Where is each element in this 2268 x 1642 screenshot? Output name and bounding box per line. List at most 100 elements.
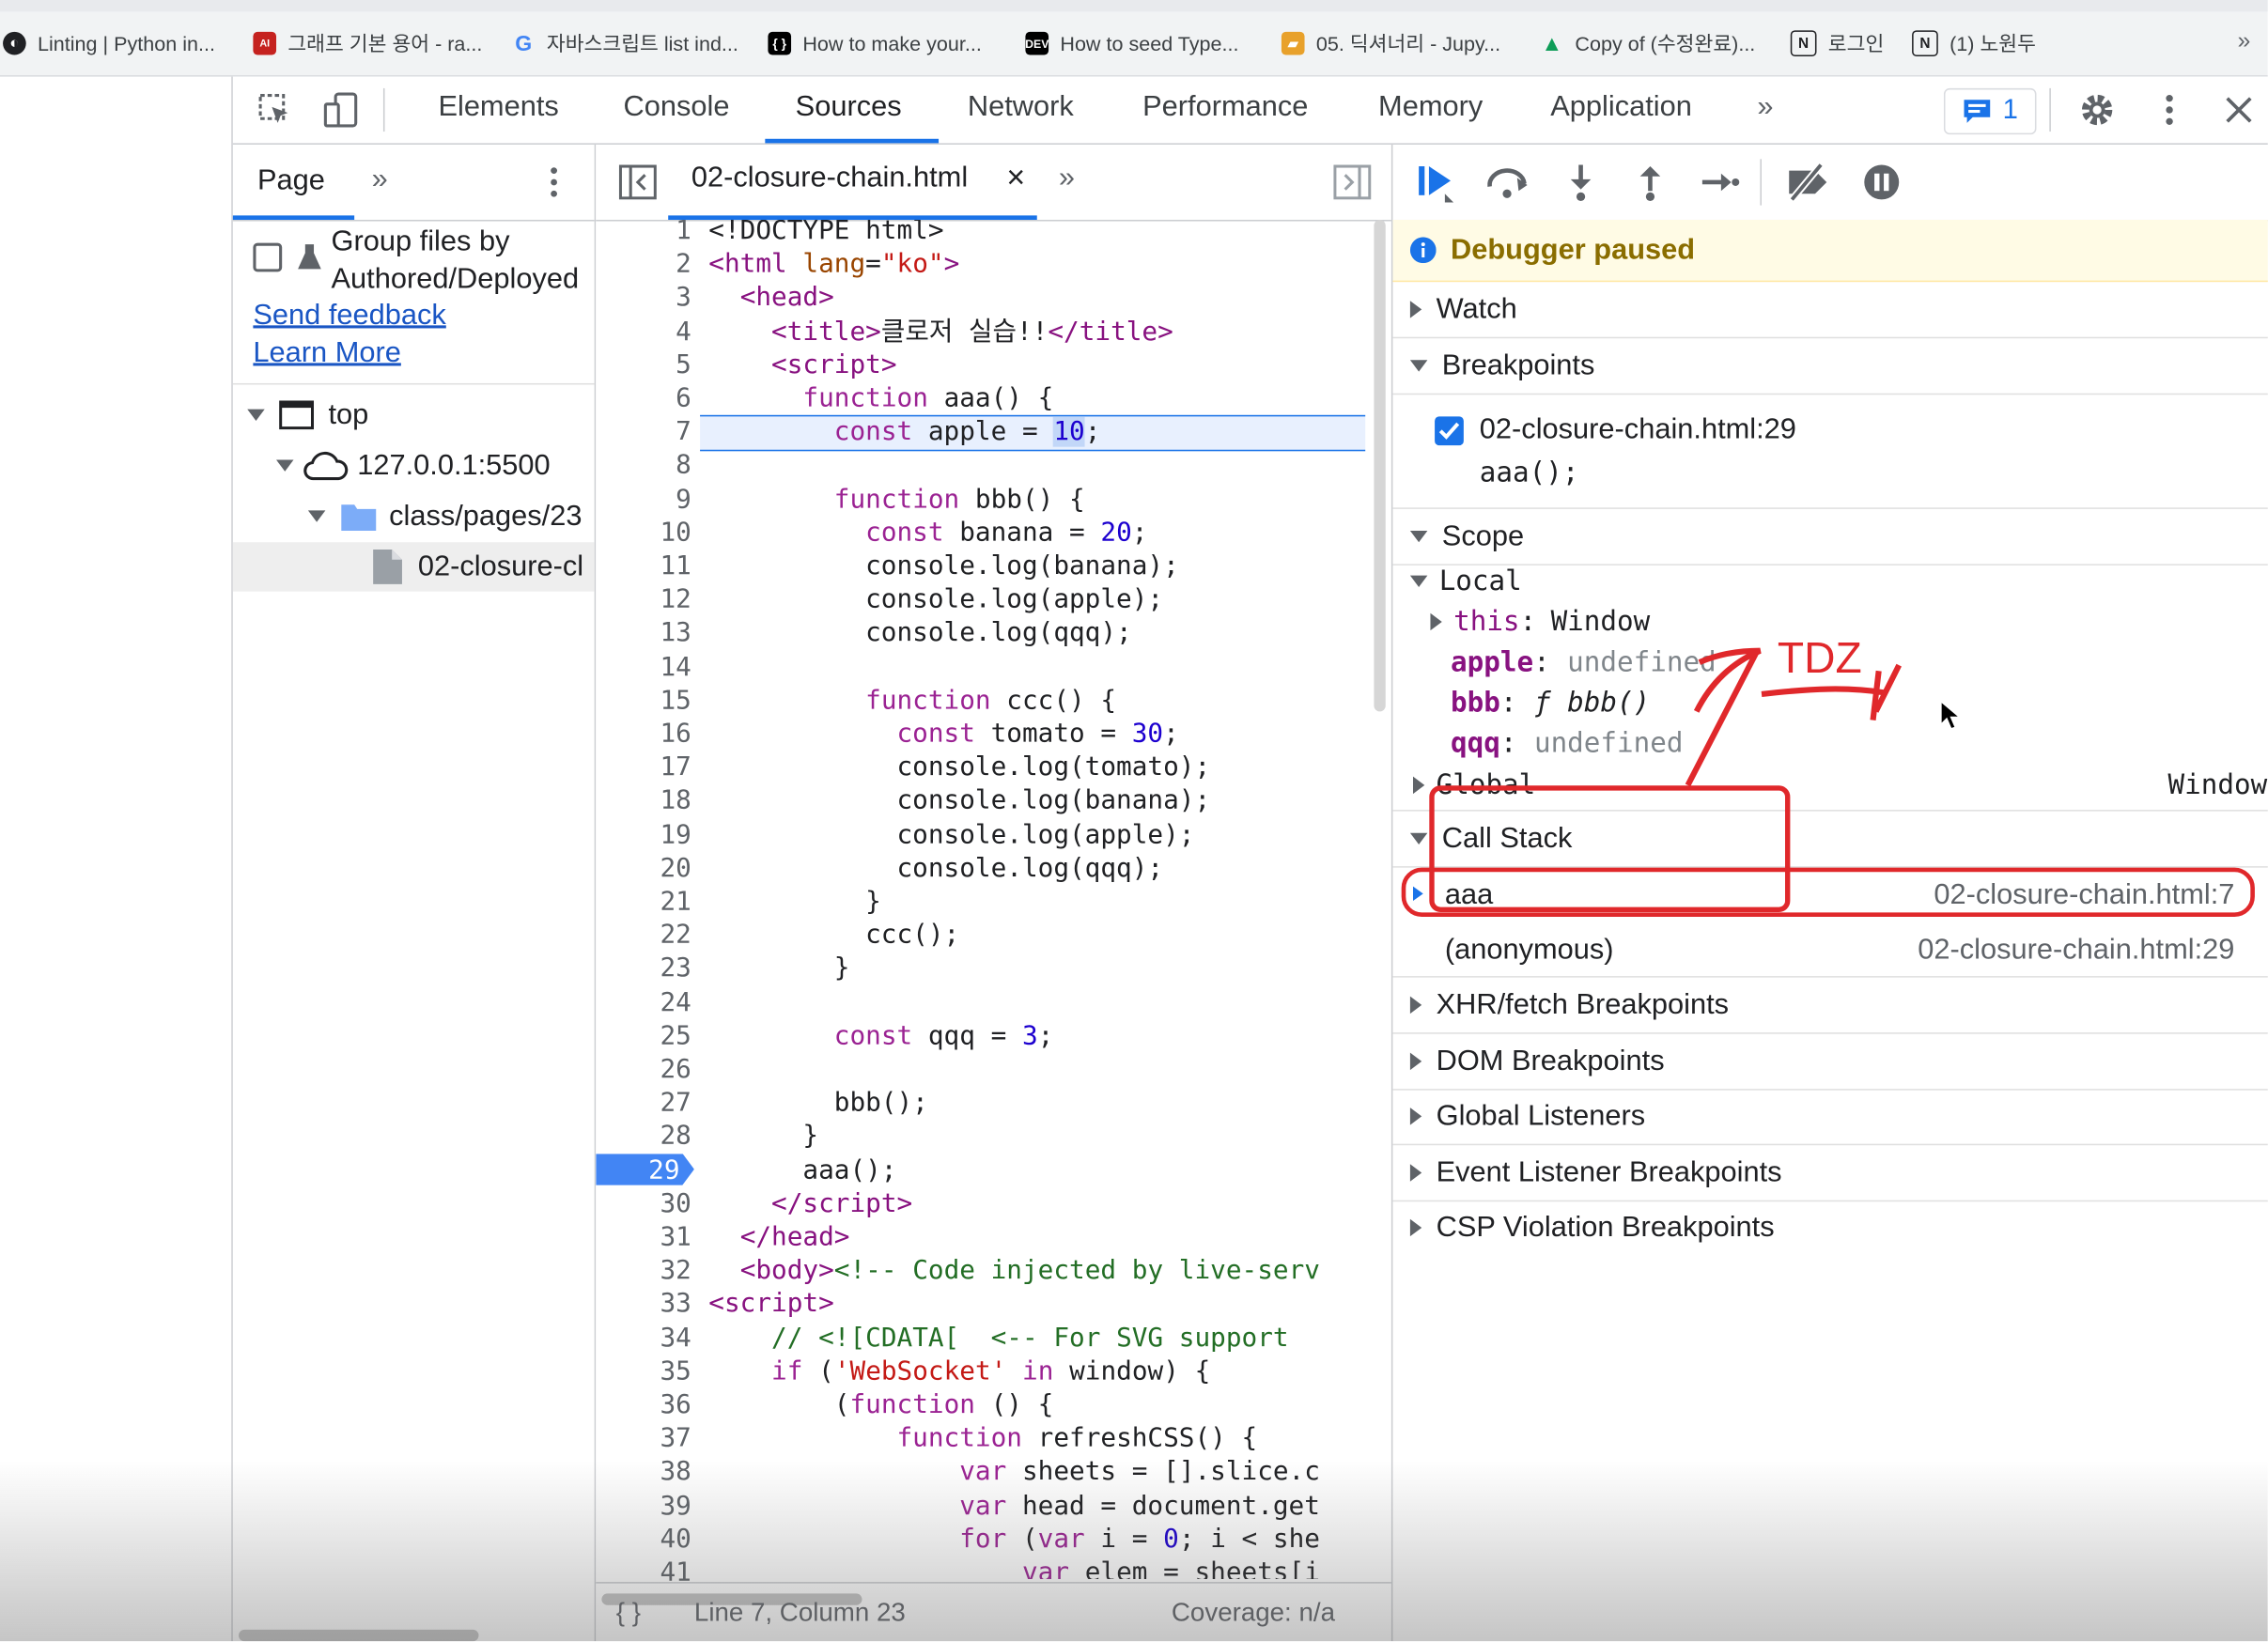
line-number[interactable]: 34 [660,1321,691,1354]
line-number[interactable]: 23 [660,953,691,985]
deactivate-breakpoints-icon[interactable] [1783,162,1835,202]
toggle-navigator-icon[interactable] [618,164,657,200]
tree-item-host[interactable]: 127.0.0.1:5500 [273,441,551,490]
line-number[interactable]: 37 [660,1422,691,1455]
close-tab-button[interactable]: × [1006,159,1025,196]
line-number[interactable]: 21 [660,885,691,918]
tab-performance[interactable]: Performance [1142,91,1308,124]
step-icon[interactable] [1700,164,1740,199]
line-number-gutter[interactable]: 1 2 3 4 5 6 7 8 9 10 11 12 13 14 15 16 17 18 19 20 21 22 23 24 2… [596,215,700,1588]
line-number[interactable]: 7 [676,415,691,448]
line-number[interactable]: 12 [660,583,691,616]
bookmark-item[interactable]: N 로그인 [1790,29,1884,58]
line-number[interactable]: 19 [660,818,691,851]
code-area[interactable]: <!DOCTYPE html> <html lang="ko"> <head> <… [708,220,1374,1579]
breakpoint-checkbox[interactable] [1434,414,1466,446]
line-number[interactable]: 9 [676,483,691,516]
line-number[interactable]: 17 [660,751,691,783]
line-number[interactable]: 22 [660,919,691,952]
line-number[interactable]: 27 [660,1086,691,1119]
step-into-icon[interactable] [1566,162,1595,202]
tree-item-top[interactable]: top [244,391,368,440]
line-number[interactable]: 36 [660,1388,691,1421]
line-number[interactable]: 33 [660,1288,691,1321]
bookmark-item[interactable]: N (1) 노원두 [1912,29,2036,58]
pause-on-exceptions-icon[interactable] [1861,162,1902,202]
line-number[interactable]: 31 [660,1220,691,1253]
settings-gear-icon[interactable] [2078,91,2116,129]
more-options-icon[interactable] [2151,91,2188,129]
section-breakpoints[interactable]: Breakpoints [1392,338,2268,395]
line-number[interactable]: 16 [660,718,691,751]
section-global-listeners[interactable]: Global Listeners [1392,1089,2268,1146]
horizontal-scrollbar[interactable] [239,1629,479,1642]
navigator-more-button[interactable]: » [372,163,388,196]
line-number[interactable]: 8 [676,449,691,482]
bookmark-item[interactable]: ▰ 05. 딕셔너리 - Jupy... [1281,29,1500,58]
line-number[interactable]: 40 [660,1523,691,1556]
step-over-icon[interactable] [1485,164,1531,202]
line-number[interactable]: 11 [660,550,691,582]
inspect-element-icon[interactable] [256,91,293,129]
step-out-icon[interactable] [1636,162,1665,202]
line-number[interactable]: 28 [660,1120,691,1153]
close-devtools-icon[interactable] [2220,91,2258,129]
tab-application[interactable]: Application [1550,91,1692,124]
line-number[interactable]: 2 [676,248,691,281]
bookmark-item[interactable]: G 자바스크립트 list ind... [512,29,738,58]
line-number[interactable]: 13 [660,616,691,649]
learn-more-link[interactable]: Learn More [253,337,400,370]
line-number[interactable]: 5 [676,349,691,381]
editor-more-tabs-button[interactable]: » [1059,162,1075,194]
tree-item-folder[interactable]: class/pages/23 [305,491,582,540]
editor-file-tab[interactable]: 02-closure-chain.html [691,162,968,194]
line-number[interactable]: 6 [676,381,691,414]
tab-sources[interactable]: Sources [796,91,902,124]
tab-network[interactable]: Network [968,91,1074,124]
tab-console[interactable]: Console [623,91,729,124]
section-watch[interactable]: Watch [1392,282,2268,339]
tab-elements[interactable]: Elements [438,91,558,124]
line-number[interactable]: 18 [660,784,691,817]
tab-page[interactable]: Page [257,164,325,197]
bookmark-item[interactable]: AI 그래프 기본 용어 - ra... [253,29,482,58]
section-xhr-breakpoints[interactable]: XHR/fetch Breakpoints [1392,978,2268,1034]
line-number[interactable]: 32 [660,1254,691,1287]
send-feedback-link[interactable]: Send feedback [253,300,445,333]
line-number[interactable]: 20 [660,851,691,884]
pretty-print-button[interactable]: { } [616,1598,641,1628]
line-number[interactable]: 3 [676,281,691,314]
line-number[interactable]: 39 [660,1489,691,1522]
tab-memory[interactable]: Memory [1378,91,1483,124]
line-number[interactable]: 38 [660,1455,691,1488]
bookmarks-overflow-button[interactable]: » [2238,29,2251,55]
bookmark-item[interactable]: ◐ Linting | Python in... [3,29,215,58]
bookmark-item[interactable]: DEV How to seed Type... [1025,29,1238,58]
line-number[interactable]: 1 [676,214,691,247]
bookmark-item[interactable]: ▲ Copy of (수정완료)... [1540,29,1755,58]
tree-item-file[interactable]: 02-closure-cl [232,542,595,592]
issues-button[interactable]: 1 [1943,87,2037,135]
resume-icon[interactable] [1416,162,1456,205]
toggle-debugger-icon[interactable] [1333,164,1372,200]
more-tabs-button[interactable]: » [1757,91,1773,124]
line-number[interactable]: 24 [660,985,691,1018]
line-number[interactable]: 14 [660,650,691,683]
line-number[interactable]: 25 [660,1019,691,1052]
section-event-listener-breakpoints[interactable]: Event Listener Breakpoints [1392,1145,2268,1202]
line-number[interactable]: 10 [660,516,691,549]
section-dom-breakpoints[interactable]: DOM Breakpoints [1392,1034,2268,1091]
section-csp-breakpoints[interactable]: CSP Violation Breakpoints [1392,1201,2267,1255]
group-files-checkbox[interactable] [253,242,283,272]
line-number[interactable]: 35 [660,1355,691,1387]
vertical-scrollbar[interactable] [1374,219,1386,712]
bookmark-item[interactable]: { } How to make your... [768,29,982,58]
device-toolbar-icon[interactable] [322,91,360,129]
line-number[interactable]: 26 [660,1053,691,1086]
call-frame[interactable]: (anonymous) 02-closure-chain.html:29 [1392,922,2267,977]
line-number[interactable]: 30 [660,1187,691,1220]
navigator-menu-icon[interactable] [539,164,568,199]
line-number[interactable]: 15 [660,684,691,717]
breakpoint-item[interactable]: 02-closure-chain.html:29 [1434,413,1796,446]
line-number[interactable]: 29 [648,1154,679,1186]
